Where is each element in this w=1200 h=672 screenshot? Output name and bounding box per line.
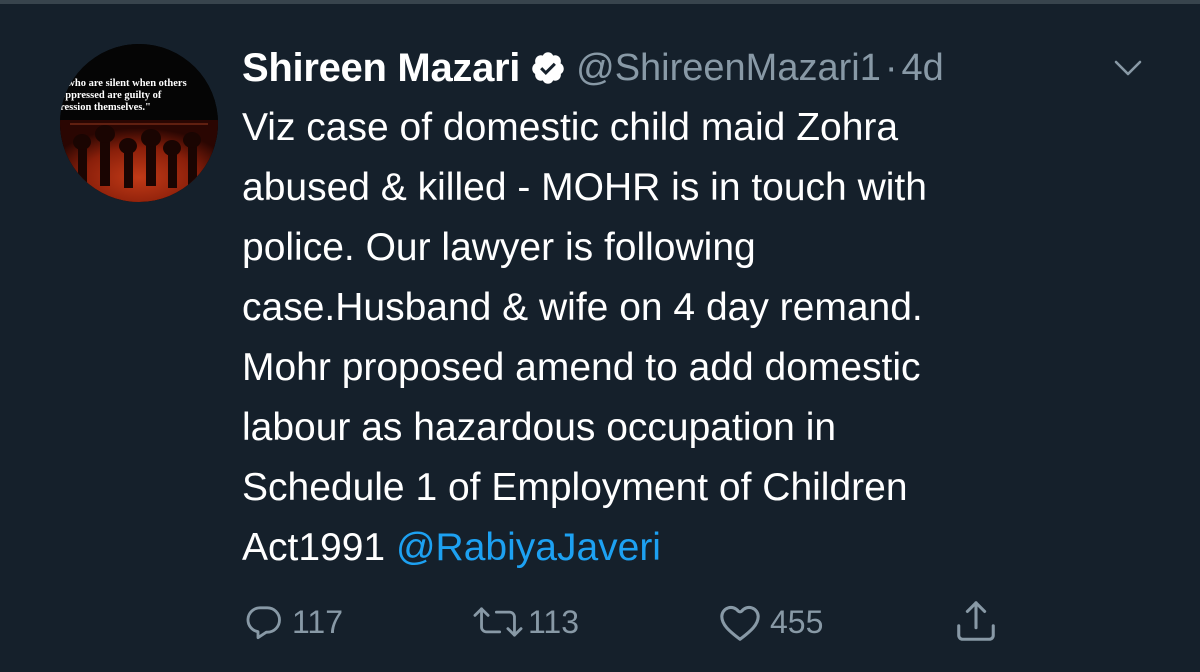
tweet-actions: 117 113 455	[0, 596, 1200, 648]
separator-dot: ·	[884, 46, 898, 89]
tweet-text-line: case.Husband & wife on 4 day remand.	[242, 286, 923, 329]
tweet-text-act: Act1991	[242, 526, 396, 569]
like-button[interactable]: 455	[718, 596, 823, 648]
tweet-text-line: police. Our lawyer is following	[242, 226, 756, 269]
tweet[interactable]: e who are silent when others oppressed a…	[0, 4, 1200, 672]
tweet-text-line: Schedule 1 of Employment of Children	[242, 466, 908, 509]
reply-button[interactable]: 117	[244, 596, 343, 648]
avatar-quote-line: e who are silent when others	[60, 78, 187, 89]
display-name[interactable]: Shireen Mazari	[242, 46, 520, 91]
avatar-quote-line: ression themselves."	[60, 102, 151, 113]
like-count: 455	[770, 603, 824, 640]
share-icon	[952, 599, 1000, 645]
tweet-header: Shireen Mazari @ShireenMazari1 · 4d	[242, 42, 944, 94]
tweet-text-last-line: Act1991 @RabiyaJaveri	[242, 518, 1162, 578]
share-button[interactable]	[952, 596, 1000, 648]
tweet-text-line: abused & killed - MOHR is in touch with	[242, 166, 927, 209]
chevron-down-icon[interactable]	[1113, 58, 1143, 78]
avatar-image	[60, 44, 218, 202]
author-handle[interactable]: @ShireenMazari1	[576, 47, 881, 90]
tweet-text-line: labour as hazardous occupation in	[242, 406, 837, 449]
mention-link[interactable]: @RabiyaJaveri	[396, 526, 661, 569]
avatar[interactable]: e who are silent when others oppressed a…	[60, 44, 218, 202]
tweet-text-line: Mohr proposed amend to add domestic	[242, 346, 921, 389]
heart-icon	[718, 602, 762, 642]
tweet-text: Viz case of domestic child maid Zohra ab…	[242, 98, 1162, 578]
reply-icon	[244, 602, 284, 642]
retweet-count: 113	[528, 603, 580, 640]
avatar-quote-line: oppressed are guilty of	[60, 90, 162, 101]
avatar-quote: e who are silent when others oppressed a…	[60, 78, 218, 114]
verified-badge-icon	[530, 50, 566, 86]
retweet-button[interactable]: 113	[470, 596, 579, 648]
retweet-icon	[470, 602, 526, 642]
tweet-text-line: Viz case of domestic child maid Zohra	[242, 106, 899, 149]
reply-count: 117	[292, 603, 344, 640]
timestamp[interactable]: 4d	[902, 47, 944, 90]
